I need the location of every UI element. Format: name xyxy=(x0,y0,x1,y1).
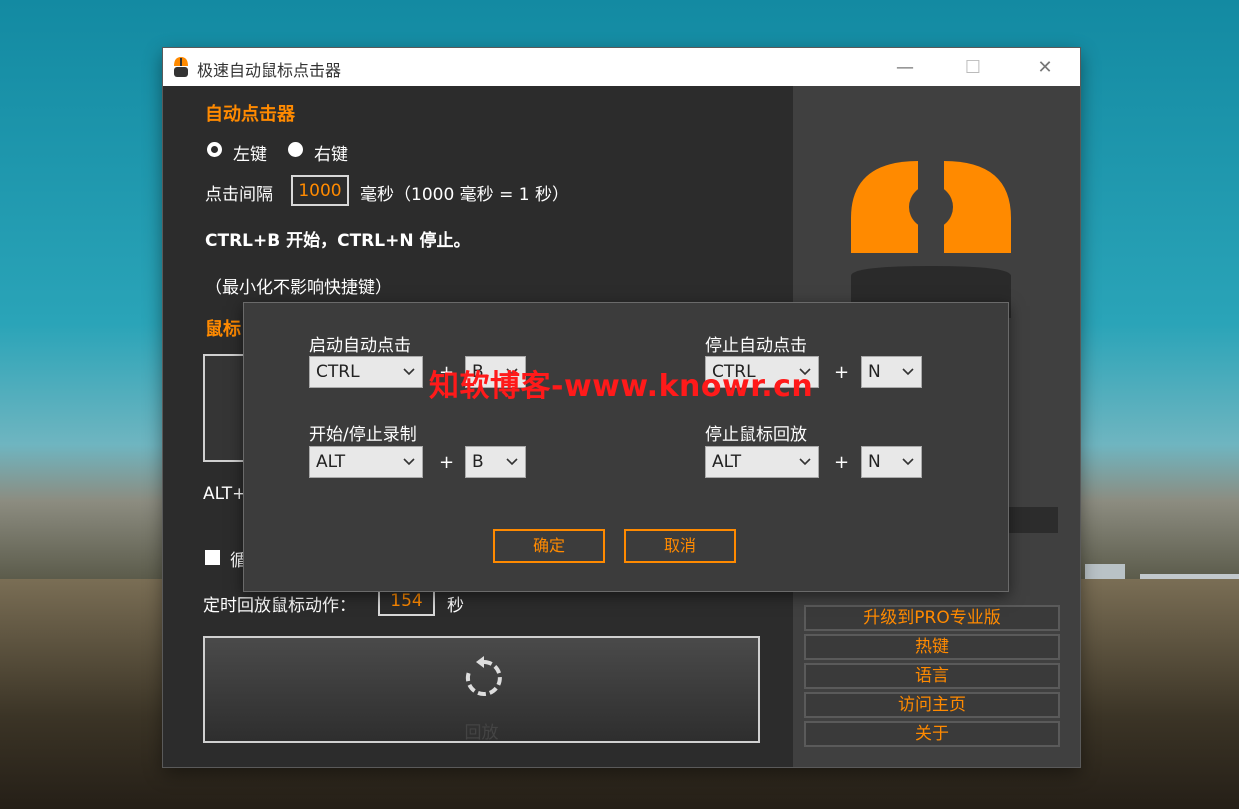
replay-button[interactable]: 回放 xyxy=(203,636,760,743)
mouse-logo-icon xyxy=(851,161,1011,318)
plus-sign: + xyxy=(439,452,455,473)
side-placeholder xyxy=(1008,507,1058,533)
record-key-select[interactable]: B xyxy=(465,446,526,478)
stop-replay-key-select[interactable]: N xyxy=(861,446,922,478)
stop-replay-label: 停止鼠标回放 xyxy=(705,425,807,445)
chevron-down-icon xyxy=(403,368,415,376)
start-auto-label: 启动自动点击 xyxy=(309,336,411,356)
minimize-note: （最小化不影响快捷键） xyxy=(205,278,392,298)
right-button-radio[interactable] xyxy=(288,142,303,157)
chevron-down-icon xyxy=(506,458,518,466)
ok-button[interactable]: 确定 xyxy=(493,529,605,563)
hotkey-hint: CTRL+B 开始，CTRL+N 停止。 xyxy=(205,231,471,251)
start-auto-modifier-value: CTRL xyxy=(316,362,360,382)
app-mouse-icon xyxy=(174,57,188,77)
autoclicker-heading: 自动点击器 xyxy=(205,104,295,125)
stop-auto-label: 停止自动点击 xyxy=(705,336,807,356)
interval-input[interactable]: 1000 xyxy=(291,175,349,206)
upgrade-pro-button[interactable]: 升级到PRO专业版 xyxy=(804,605,1060,631)
start-auto-modifier-select[interactable]: CTRL xyxy=(309,356,423,388)
close-button[interactable]: ✕ xyxy=(1010,48,1080,86)
stop-replay-modifier-select[interactable]: ALT xyxy=(705,446,819,478)
maximize-button[interactable]: ☐ xyxy=(938,48,1008,86)
right-button-label: 右键 xyxy=(314,145,348,165)
minimize-button[interactable]: — xyxy=(870,48,940,86)
interval-unit: 毫秒（1000 毫秒 = 1 秒） xyxy=(360,185,569,205)
chevron-down-icon xyxy=(902,458,914,466)
hotkey-dialog: 启动自动点击 CTRL + B 停止自动点击 CTRL + N 开始/停止录制 … xyxy=(243,302,1009,592)
cancel-button[interactable]: 取消 xyxy=(624,529,736,563)
chevron-down-icon xyxy=(799,458,811,466)
language-button[interactable]: 语言 xyxy=(804,663,1060,689)
interval-label: 点击间隔 xyxy=(205,185,273,205)
record-toggle-label: 开始/停止录制 xyxy=(309,425,417,445)
loop-checkbox[interactable] xyxy=(205,550,220,565)
homepage-button[interactable]: 访问主页 xyxy=(804,692,1060,718)
record-modifier-value: ALT xyxy=(316,452,346,472)
hotkeys-button[interactable]: 热键 xyxy=(804,634,1060,660)
left-button-radio[interactable] xyxy=(207,142,222,157)
stop-replay-key-value: N xyxy=(868,452,881,472)
left-button-label: 左键 xyxy=(233,145,267,165)
timed-replay-unit: 秒 xyxy=(447,596,464,616)
about-button[interactable]: 关于 xyxy=(804,721,1060,747)
record-modifier-select[interactable]: ALT xyxy=(309,446,423,478)
chevron-down-icon xyxy=(902,368,914,376)
plus-sign: + xyxy=(834,362,850,383)
timed-replay-label: 定时回放鼠标动作： xyxy=(203,596,356,616)
watermark-text: 知软博客-www.knowr.cn xyxy=(429,369,814,404)
replay-label: 回放 xyxy=(464,723,499,743)
replay-icon xyxy=(465,656,502,696)
plus-sign: + xyxy=(834,452,850,473)
stop-auto-key-value: N xyxy=(868,362,881,382)
record-hotkey-hint: ALT+ xyxy=(203,484,247,504)
stop-replay-modifier-value: ALT xyxy=(712,452,742,472)
chevron-down-icon xyxy=(403,458,415,466)
record-button[interactable] xyxy=(203,354,248,462)
title-bar[interactable]: 极速自动鼠标点击器 — ☐ ✕ xyxy=(163,48,1080,86)
record-key-value: B xyxy=(472,452,484,472)
recorder-heading: 鼠标 xyxy=(205,319,241,340)
window-title: 极速自动鼠标点击器 xyxy=(197,61,342,80)
stop-auto-key-select[interactable]: N xyxy=(861,356,922,388)
